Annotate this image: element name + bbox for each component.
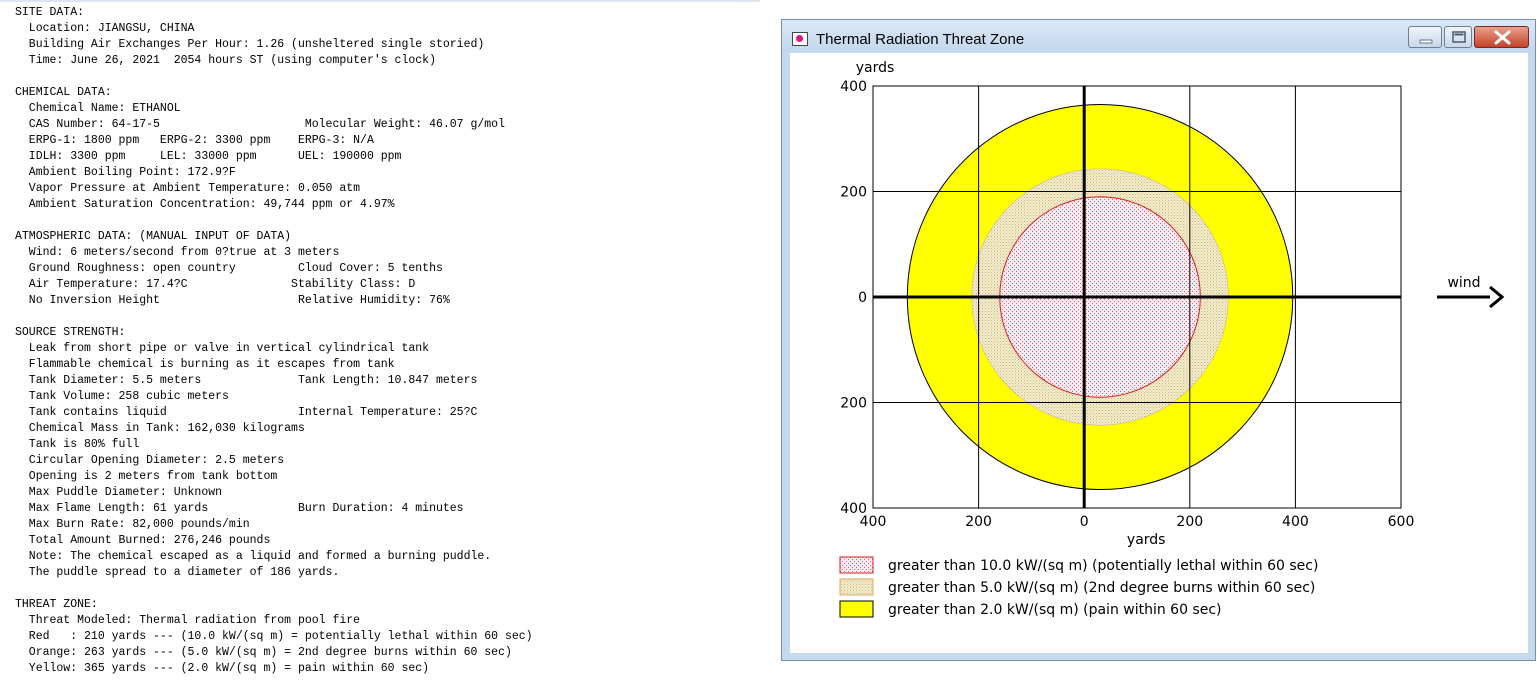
y-tick-label: 400 [840, 79, 867, 95]
legend-swatch [839, 578, 874, 596]
x-tick-label: 400 [1282, 514, 1309, 530]
y-tick-label: 0 [858, 290, 867, 306]
legend-label: greater than 10.0 kW/(sq m) (potentially… [888, 558, 1318, 574]
report-line: Red : 210 yards --- (10.0 kW/(sq m) = po… [15, 630, 533, 643]
report-line: Air Temperature: 17.4?C Stability Class:… [15, 278, 416, 291]
x-tick-label: 200 [1176, 514, 1203, 530]
minimize-icon [1419, 39, 1433, 44]
report-line: Max Puddle Diameter: Unknown [15, 486, 223, 499]
report-line: Max Flame Length: 61 yards Burn Duration… [15, 502, 464, 515]
report-line: Tank Diameter: 5.5 meters Tank Length: 1… [15, 374, 478, 387]
text-summary-panel: SITE DATA: Location: JIANGSU, CHINA Buil… [0, 0, 760, 692]
report-line: ATMOSPHERIC DATA: (MANUAL INPUT OF DATA) [15, 230, 292, 243]
report-line: Chemical Name: ETHANOL [15, 102, 181, 115]
minimize-button[interactable] [1408, 26, 1442, 48]
report-line: CAS Number: 64-17-5 Molecular Weight: 46… [15, 118, 505, 131]
app-icon [792, 32, 808, 46]
report-line: Leak from short pipe or valve in vertica… [15, 342, 430, 355]
report-line: Vapor Pressure at Ambient Temperature: 0… [15, 182, 361, 195]
report-line: Location: JIANGSU, CHINA [15, 22, 195, 35]
report-line: Ground Roughness: open country Cloud Cov… [15, 262, 443, 275]
legend-label: greater than 2.0 kW/(sq m) (pain within … [888, 602, 1222, 618]
report-line: Tank is 80% full [15, 438, 140, 451]
maximize-icon [1452, 31, 1466, 43]
legend-swatch [839, 556, 874, 574]
legend-label: greater than 5.0 kW/(sq m) (2nd degree b… [888, 580, 1315, 596]
report-text: SITE DATA: Location: JIANGSU, CHINA Buil… [0, 2, 760, 677]
report-line: Orange: 263 yards --- (5.0 kW/(sq m) = 2… [15, 646, 512, 659]
report-line: Yellow: 365 yards --- (2.0 kW/(sq m) = p… [15, 662, 430, 675]
x-tick-label: 200 [965, 514, 992, 530]
legend-swatch [839, 600, 874, 618]
report-line: CHEMICAL DATA: [15, 86, 112, 99]
y-axis-label: yards [856, 60, 895, 76]
report-line: Flammable chemical is burning as it esca… [15, 358, 395, 371]
report-line: IDLH: 3300 ppm LEL: 33000 ppm UEL: 19000… [15, 150, 402, 163]
y-tick-label: 200 [840, 185, 867, 201]
chart-area: 400 200 0 200 400 600 400 200 0 200 400 yards yards w… [790, 53, 1528, 653]
report-line: Tank contains liquid Internal Temperatur… [15, 406, 478, 419]
report-line: No Inversion Height Relative Humidity: 7… [15, 294, 450, 307]
report-line: The puddle spread to a diameter of 186 y… [15, 566, 340, 579]
report-line: Circular Opening Diameter: 2.5 meters [15, 454, 285, 467]
report-line: Wind: 6 meters/second from 0?true at 3 m… [15, 246, 340, 259]
report-line: Time: June 26, 2021 2054 hours ST (using… [15, 54, 436, 67]
report-line: Ambient Saturation Concentration: 49,744… [15, 198, 395, 211]
window-title-bar[interactable]: Thermal Radiation Threat Zone [782, 20, 1535, 52]
report-line: ERPG-1: 1800 ppm ERPG-2: 3300 ppm ERPG-3… [15, 134, 374, 147]
window-title: Thermal Radiation Threat Zone [816, 31, 1025, 48]
y-tick-label: 200 [840, 396, 867, 412]
wind-label: wind [1447, 275, 1480, 291]
report-line: Max Burn Rate: 82,000 pounds/min [15, 518, 250, 531]
report-line: Total Amount Burned: 276,246 pounds [15, 534, 271, 547]
report-line: Note: The chemical escaped as a liquid a… [15, 550, 492, 563]
report-line: Ambient Boiling Point: 172.9?F [15, 166, 236, 179]
report-line: Opening is 2 meters from tank bottom [15, 470, 278, 483]
threat-zone-plot: 400 200 0 200 400 6004002000200400yardsyardsw… [839, 60, 1505, 618]
wind-arrow-icon [1489, 285, 1505, 309]
report-line: THREAT ZONE: [15, 598, 98, 611]
close-button[interactable] [1474, 26, 1529, 48]
report-line: Tank Volume: 258 cubic meters [15, 390, 229, 403]
y-tick-label: 400 [840, 501, 867, 517]
report-line: Threat Modeled: Thermal radiation from p… [15, 614, 361, 627]
x-tick-label: 0 [1080, 514, 1089, 530]
report-line: Chemical Mass in Tank: 162,030 kilograms [15, 422, 305, 435]
report-line: Building Air Exchanges Per Hour: 1.26 (u… [15, 38, 485, 51]
maximize-button[interactable] [1444, 26, 1472, 48]
report-line: SOURCE STRENGTH: [15, 326, 126, 339]
close-icon [1494, 30, 1511, 45]
x-tick-label: 600 [1388, 514, 1415, 530]
threat-zone-window: Thermal Radiation Threat Zone 400 200 0 … [781, 19, 1536, 661]
x-axis-label: yards [1127, 532, 1166, 548]
report-line: SITE DATA: [15, 6, 85, 19]
